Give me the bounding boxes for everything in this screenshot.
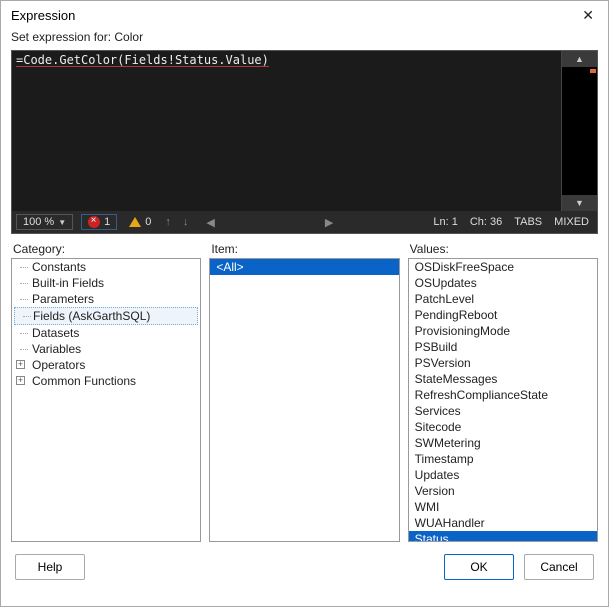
tree-item[interactable]: + Operators [12,357,200,373]
values-column: Values: OSDiskFreeSpaceOSUpdatesPatchLev… [408,242,598,542]
warning-count: 0 [145,216,151,228]
list-item[interactable]: PSBuild [409,339,597,355]
item-list[interactable]: <All> [209,258,399,542]
col-indicator: Ch: 36 [470,216,502,228]
list-item[interactable]: PatchLevel [409,291,597,307]
tabs-indicator[interactable]: TABS [514,216,542,228]
tree-item[interactable]: Datasets [12,325,200,341]
tree-item[interactable]: Constants [12,259,200,275]
hscroll-left-icon[interactable]: ◀ [204,216,216,229]
list-item[interactable]: Version [409,483,597,499]
dialog-title: Expression [11,8,75,23]
help-button[interactable]: Help [15,554,85,580]
list-item[interactable]: PendingReboot [409,307,597,323]
list-item[interactable]: Services [409,403,597,419]
tree-item[interactable]: + Common Functions [12,373,200,389]
expression-dialog: Expression ✕ Set expression for: Color =… [0,0,609,607]
subtitle-label: Set expression for: Color [1,28,608,50]
item-label: Item: [209,242,399,258]
error-count: 1 [104,216,110,228]
warning-icon [129,217,141,227]
warning-count-button[interactable]: 0 [125,216,155,228]
editor-status-bar: 100 % ▼ 1 0 ↑ ↓ ◀ ▶ Ln: 1 Ch: 36 TABS MI… [12,211,597,233]
code-line: =Code.GetColor(Fields!Status.Value) [16,53,269,67]
list-item[interactable]: WUAHandler [409,515,597,531]
list-item[interactable]: Updates [409,467,597,483]
tree-item[interactable]: Fields (AskGarthSQL) [14,307,198,325]
zoom-value: 100 % [23,216,54,228]
tree-item-label: Common Functions [32,374,136,388]
item-column: Item: <All> [209,242,399,542]
cancel-button[interactable]: Cancel [524,554,594,580]
list-item[interactable]: PSVersion [409,355,597,371]
values-list[interactable]: OSDiskFreeSpaceOSUpdatesPatchLevelPendin… [408,258,598,542]
code-textarea[interactable]: =Code.GetColor(Fields!Status.Value) [12,51,561,211]
list-item[interactable]: WMI [409,499,597,515]
hscroll-right-icon[interactable]: ▶ [323,216,335,229]
tree-item-label: Fields (AskGarthSQL) [33,309,150,323]
tree-item-label: Operators [32,358,85,372]
close-icon[interactable]: ✕ [576,7,600,24]
list-item[interactable]: OSUpdates [409,275,597,291]
list-item[interactable]: ProvisioningMode [409,323,597,339]
error-icon [88,216,100,228]
scroll-up-icon[interactable]: ▲ [562,51,597,67]
minimap[interactable]: ▲ ▼ [561,51,597,211]
mixed-indicator[interactable]: MIXED [554,216,589,228]
tree-item[interactable]: Parameters [12,291,200,307]
zoom-select[interactable]: 100 % ▼ [16,214,73,230]
error-count-button[interactable]: 1 [81,214,117,230]
expand-icon[interactable]: + [16,360,25,369]
list-item[interactable]: <All> [210,259,398,275]
list-item[interactable]: SWMetering [409,435,597,451]
line-indicator: Ln: 1 [433,216,457,228]
button-row: Help OK Cancel [1,542,608,592]
tree-item[interactable]: Variables [12,341,200,357]
scroll-down-icon[interactable]: ▼ [562,195,597,211]
tree-item-label: Parameters [32,292,94,306]
list-item[interactable]: Status [409,531,597,542]
category-tree[interactable]: Constants Built-in Fields Parameters Fields… [11,258,201,542]
expand-icon[interactable]: + [16,376,25,385]
tree-item-label: Datasets [32,326,79,340]
values-label: Values: [408,242,598,258]
error-marker [590,69,596,73]
code-editor: =Code.GetColor(Fields!Status.Value) ▲ ▼ … [11,50,598,234]
ok-button[interactable]: OK [444,554,514,580]
prev-issue-icon[interactable]: ↑ [163,216,173,228]
minimap-body[interactable] [562,67,597,195]
category-column: Category: Constants Built-in Fields Parame… [11,242,201,542]
tree-item-label: Variables [32,342,81,356]
list-item[interactable]: Timestamp [409,451,597,467]
tree-item-label: Constants [32,260,86,274]
list-item[interactable]: RefreshComplianceState [409,387,597,403]
lists-row: Category: Constants Built-in Fields Parame… [11,242,598,542]
list-item[interactable]: StateMessages [409,371,597,387]
tree-item-label: Built-in Fields [32,276,104,290]
category-label: Category: [11,242,201,258]
list-item[interactable]: OSDiskFreeSpace [409,259,597,275]
chevron-down-icon: ▼ [58,218,66,227]
titlebar: Expression ✕ [1,1,608,28]
list-item[interactable]: Sitecode [409,419,597,435]
next-issue-icon[interactable]: ↓ [181,216,191,228]
tree-item[interactable]: Built-in Fields [12,275,200,291]
